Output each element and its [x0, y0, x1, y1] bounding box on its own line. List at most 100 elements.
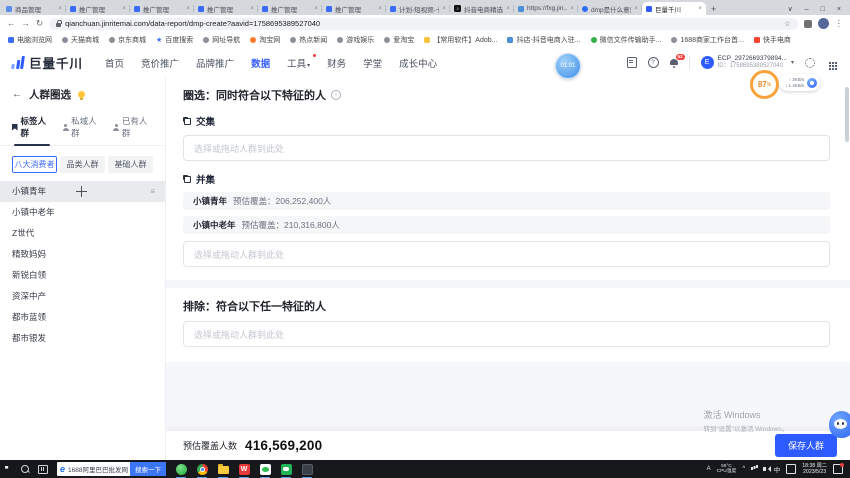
tab-close-icon[interactable]: ×	[506, 6, 510, 12]
back-icon[interactable]: ←	[12, 89, 22, 100]
browser-tab[interactable]: 推广管理×	[194, 2, 258, 15]
nav-home[interactable]: 首页	[105, 56, 124, 70]
clock[interactable]: 18:38 周二2023/5/23	[802, 463, 827, 475]
forward-icon[interactable]: →	[22, 19, 31, 28]
browser-tab[interactable]: https://fxg.jin...×	[514, 2, 578, 15]
bookmark[interactable]: 电脑浏览网	[8, 35, 52, 45]
browser-tab[interactable]: 计划-短视频-卡...×	[386, 2, 450, 15]
app-360-icon[interactable]	[175, 463, 187, 475]
filter-basic-audience[interactable]: 基础人群	[108, 156, 153, 173]
battery-percent-overlay[interactable]: 87%	[750, 70, 779, 99]
save-audience-button[interactable]: 保存人群	[775, 434, 837, 457]
browser-tab[interactable]: 商品管理×	[2, 2, 66, 15]
timer-overlay[interactable]: 01:01	[555, 53, 581, 79]
browser-tab[interactable]: 推广管理×	[258, 2, 322, 15]
wechat-icon[interactable]	[259, 463, 271, 475]
tab-close-icon[interactable]: ×	[250, 6, 254, 12]
network-speed-overlay[interactable]: ↑ 3KB/s ↓ 1.4KB/s	[779, 74, 820, 91]
bookmark-star-icon[interactable]: ☆	[784, 20, 790, 28]
bookmark[interactable]: 爱淘宝	[384, 35, 414, 45]
bookmark[interactable]: 京东商城	[109, 35, 146, 45]
browser-tab[interactable]: 推广管理×	[66, 2, 130, 15]
nav-brand[interactable]: 品牌推广	[196, 56, 234, 70]
help-icon[interactable]: ?	[648, 57, 659, 68]
list-item[interactable]: 资深中产	[0, 286, 165, 307]
bell-icon[interactable]: 52	[670, 59, 678, 67]
browser-tab[interactable]: 推广管理×	[322, 2, 386, 15]
start-button-icon[interactable]	[5, 466, 12, 473]
lightbulb-icon[interactable]	[78, 91, 85, 98]
bookmark[interactable]: 【常用软件】Adob...	[424, 35, 497, 45]
maximize-icon[interactable]: □	[821, 6, 825, 13]
tab-close-icon[interactable]: ×	[570, 6, 574, 12]
extensions-icon[interactable]	[804, 20, 812, 28]
browser-tab[interactable]: 推广管理×	[130, 2, 194, 15]
close-icon[interactable]: ×	[837, 6, 841, 13]
file-explorer-icon[interactable]	[217, 463, 229, 475]
new-tab-button[interactable]: +	[711, 4, 716, 15]
nav-finance[interactable]: 财务	[327, 56, 346, 70]
tray-expand-icon[interactable]: ^	[742, 466, 745, 472]
refresh-icon[interactable]: ↻	[36, 19, 43, 28]
bookmark[interactable]: 热点新闻	[290, 35, 327, 45]
list-item[interactable]: 都市银发	[0, 328, 165, 349]
info-icon[interactable]: i	[331, 90, 341, 100]
tab-close-icon[interactable]: ×	[58, 6, 62, 12]
task-view-icon[interactable]	[38, 465, 48, 474]
tab-existing-audience[interactable]: 已有人群	[113, 115, 153, 139]
union-row[interactable]: 小镇中老年 预估覆盖：210,316,800人	[183, 216, 830, 234]
tab-label-audience[interactable]: 标签人群	[12, 115, 52, 139]
browser-tab[interactable]: dmp是什么意思×	[578, 2, 642, 15]
scrollbar-thumb[interactable]	[845, 87, 849, 142]
tab-private-audience[interactable]: 私域人群	[63, 115, 103, 139]
union-row[interactable]: 小镇青年 预估覆盖：206,252,400人	[183, 192, 830, 210]
tab-close-icon[interactable]: ×	[634, 6, 638, 12]
volume-icon[interactable]	[763, 467, 766, 471]
tab-close-icon[interactable]: ×	[186, 6, 190, 12]
apps-grid-icon[interactable]	[829, 62, 831, 64]
taskbar-search-box[interactable]: e 1688阿里巴巴批发网 搜索一下	[57, 462, 166, 476]
filter-category-audience[interactable]: 品类人群	[60, 156, 105, 173]
bookmark[interactable]: 1688商家工作台首...	[671, 35, 743, 45]
tab-close-icon[interactable]: ×	[122, 6, 126, 12]
drag-handle-icon[interactable]: ≡	[150, 181, 155, 202]
bookmark[interactable]: 快手电商	[754, 35, 791, 45]
gear-icon[interactable]	[805, 58, 815, 68]
assistant-mascot[interactable]	[829, 411, 850, 438]
union-dropzone[interactable]: 选择或拖动人群到此处	[183, 241, 830, 267]
chat-app-icon[interactable]	[280, 463, 292, 475]
tab-close-icon[interactable]: ×	[378, 6, 382, 12]
bookmark[interactable]: 微信文件传输助手...	[591, 35, 662, 45]
browser-tab[interactable]: ♪抖音电商精选...×	[450, 2, 514, 15]
nav-data-active[interactable]: 数据	[251, 56, 270, 70]
bookmark[interactable]: 游戏娱乐	[337, 35, 374, 45]
back-icon[interactable]: ←	[7, 19, 16, 28]
filter-eight-consumers[interactable]: 八大消费者	[12, 156, 57, 173]
minimize-icon[interactable]: –	[805, 6, 809, 13]
search-go-button[interactable]: 搜索一下	[130, 462, 166, 476]
list-item[interactable]: 新锐白领	[0, 265, 165, 286]
url-input[interactable]: qianchuan.jinritemai.com/data-report/dmp…	[49, 18, 797, 30]
tray-panel-icon[interactable]	[786, 464, 796, 474]
account-menu[interactable]: E ECP_2972669379894... ID：17586953895270…	[701, 55, 794, 70]
cpu-temp-widget[interactable]: 56°CCPU温度	[717, 464, 737, 475]
brand-logo[interactable]: 巨量千川	[12, 53, 83, 72]
list-item[interactable]: 小镇中老年	[0, 202, 165, 223]
app-center-icon[interactable]	[627, 57, 637, 68]
bookmark[interactable]: ★百度搜索	[156, 35, 193, 45]
nav-bidding[interactable]: 竞价推广	[141, 56, 179, 70]
wps-icon[interactable]: W	[238, 463, 250, 475]
browser-menu-icon[interactable]: ⋮	[835, 19, 844, 28]
intersect-dropzone[interactable]: 选择或拖动人群到此处	[183, 135, 830, 161]
bookmark[interactable]: 淘宝网	[250, 35, 280, 45]
bookmark[interactable]: 网址导航	[203, 35, 240, 45]
list-item-selected[interactable]: 小镇青年≡	[0, 181, 165, 202]
list-item[interactable]: 精致妈妈	[0, 244, 165, 265]
taskbar-search-icon[interactable]	[21, 465, 29, 473]
chrome-icon[interactable]	[196, 463, 208, 475]
nav-school[interactable]: 学堂	[363, 56, 382, 70]
list-item[interactable]: Z世代	[0, 223, 165, 244]
network-icon[interactable]	[751, 467, 753, 470]
list-item[interactable]: 都市蓝领	[0, 307, 165, 328]
nav-tools[interactable]: 工具▾	[287, 56, 310, 70]
